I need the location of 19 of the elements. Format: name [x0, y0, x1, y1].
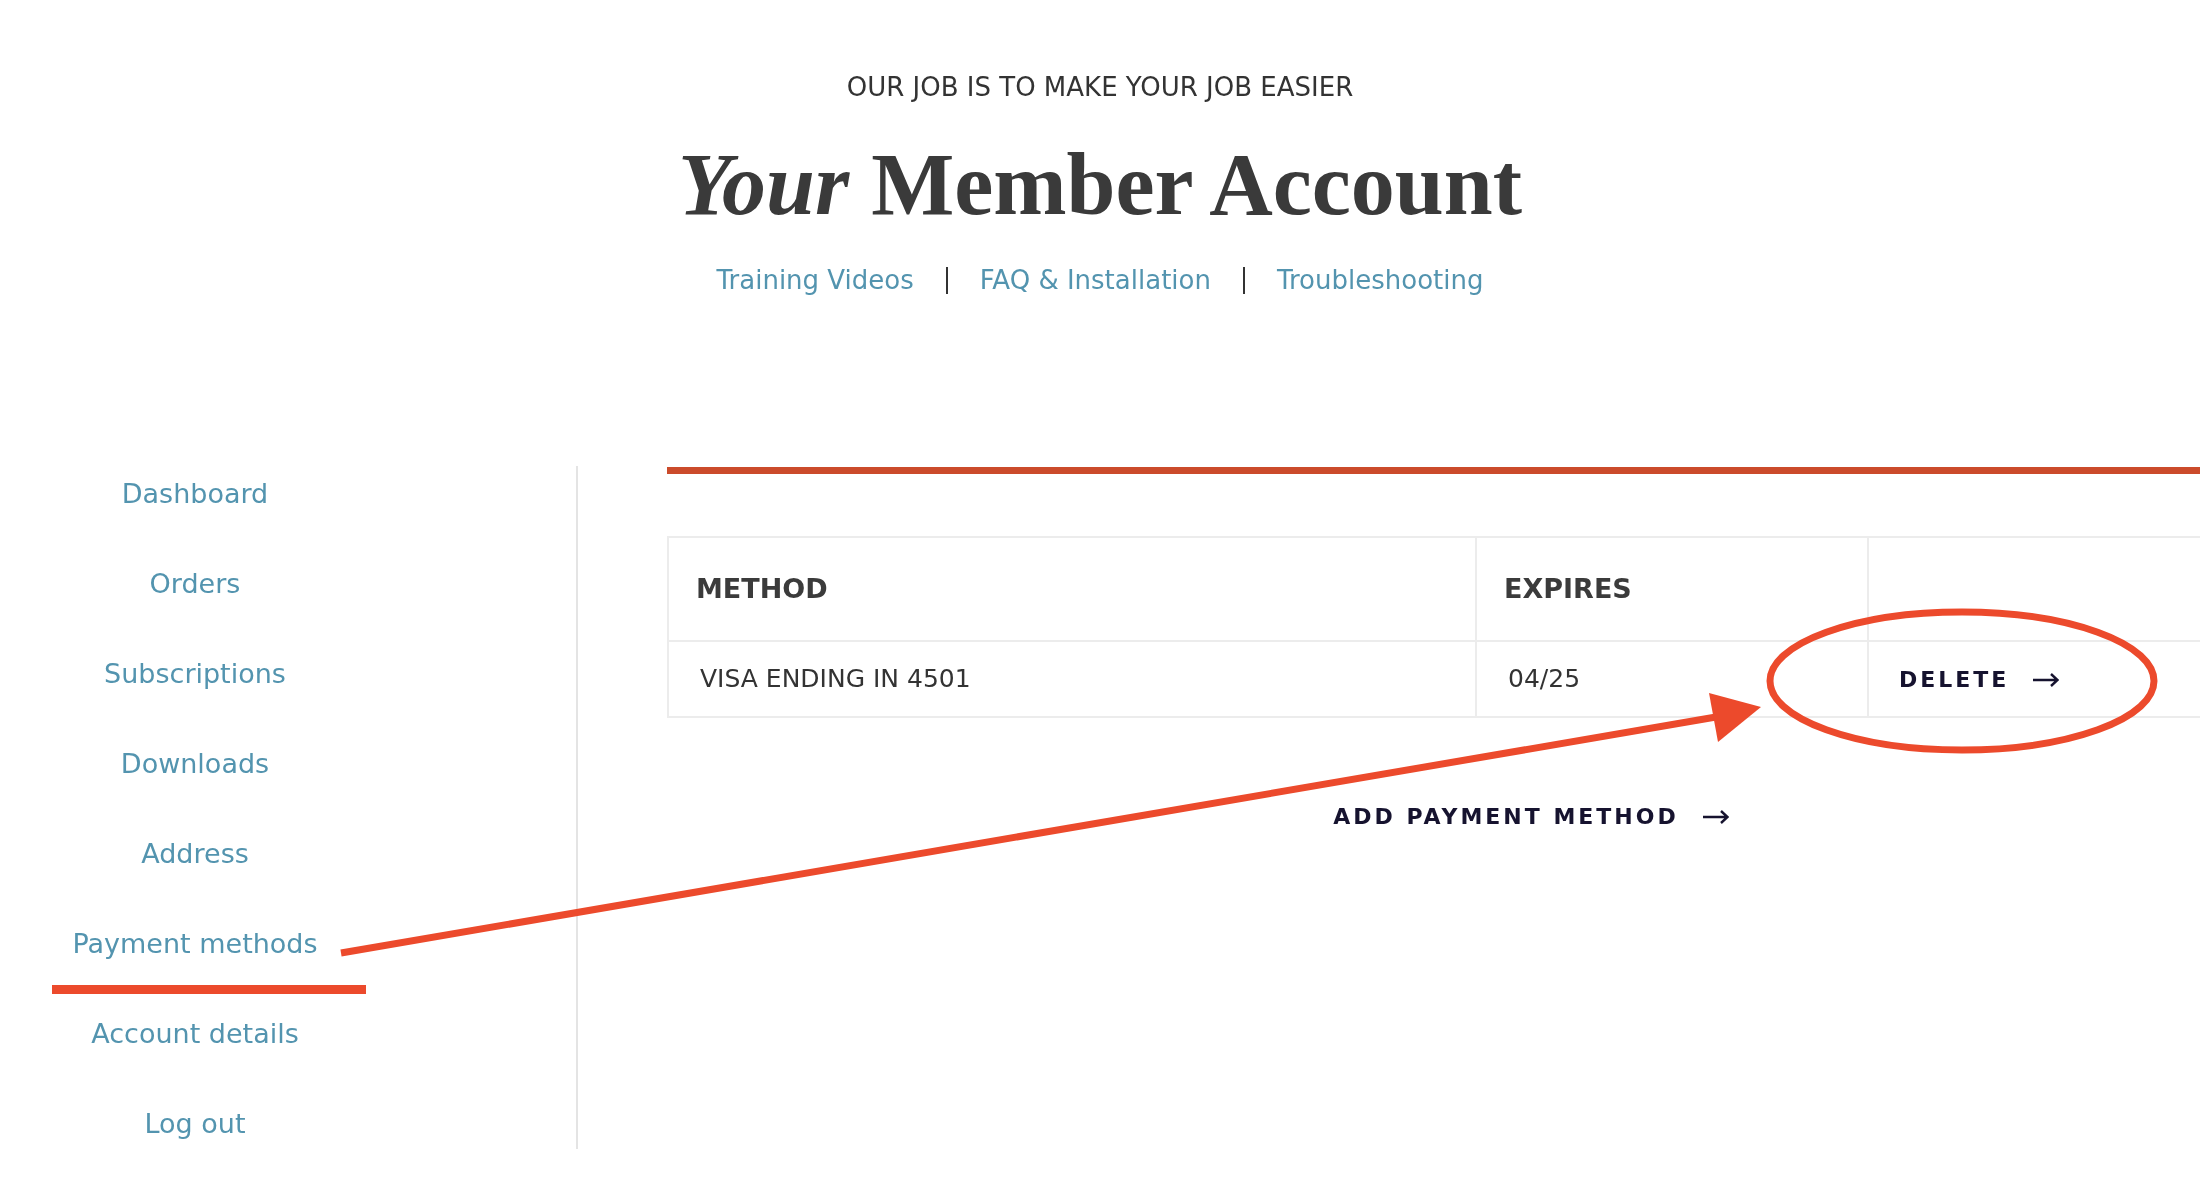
sidebar-link[interactable]: Dashboard: [121, 478, 269, 510]
page-title: Your Member Account: [677, 135, 1523, 235]
header-link[interactable]: FAQ & Installation: [979, 265, 1211, 296]
arrow-right-icon: [2033, 672, 2060, 687]
sidebar-link[interactable]: Subscriptions: [104, 658, 286, 690]
column-header: METHOD: [668, 537, 1476, 641]
add-payment-method-button[interactable]: ADD PAYMENT METHOD: [1323, 798, 1739, 836]
table-cell: VISA ENDING IN 4501: [668, 641, 1476, 717]
sidebar-link[interactable]: Downloads: [120, 748, 270, 780]
sidebar-link[interactable]: Payment methods: [72, 928, 318, 960]
sidebar-link[interactable]: Orders: [149, 568, 241, 600]
header-link[interactable]: Troubleshooting: [1276, 265, 1484, 296]
tagline: OUR JOB IS TO MAKE YOUR JOB EASIER: [846, 72, 1354, 103]
arrow-right-icon: [1702, 810, 1729, 824]
sidebar-link[interactable]: Address: [141, 838, 249, 870]
column-header: EXPIRES: [1476, 537, 1868, 641]
sidebar-link[interactable]: Log out: [144, 1108, 246, 1140]
header-link[interactable]: Training Videos: [716, 265, 914, 296]
sidebar-link[interactable]: Account details: [91, 1018, 299, 1050]
